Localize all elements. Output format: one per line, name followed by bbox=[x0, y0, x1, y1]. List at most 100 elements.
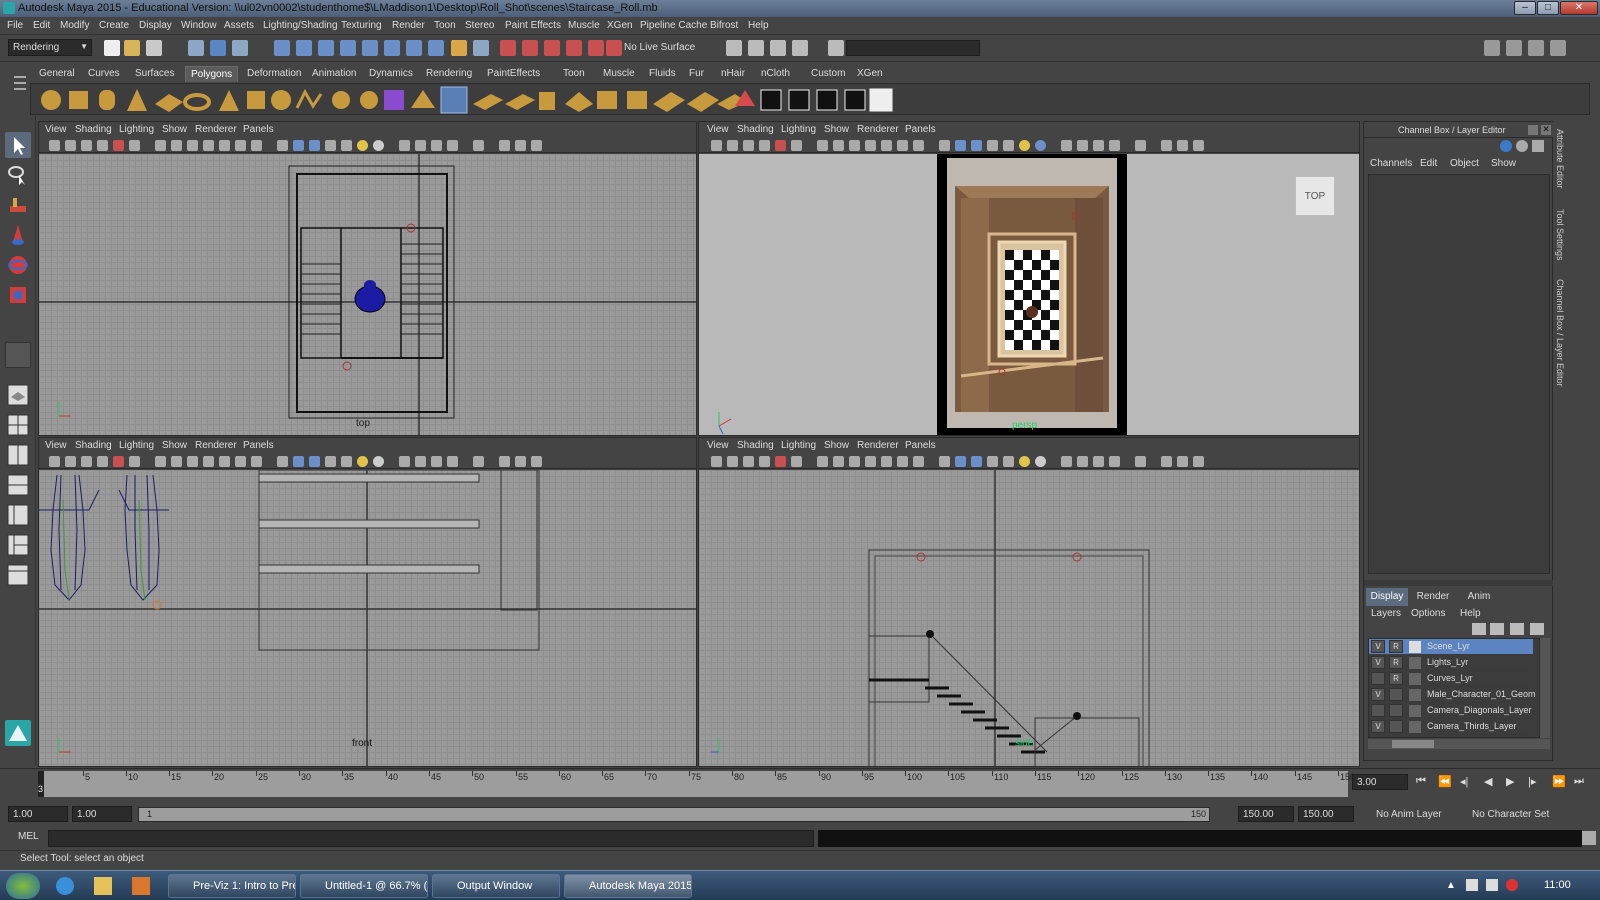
isolate-select-icon[interactable] bbox=[473, 456, 484, 467]
xray-joints-icon[interactable] bbox=[515, 140, 526, 151]
safe-title-icon[interactable] bbox=[251, 456, 262, 467]
textured-icon[interactable] bbox=[987, 140, 998, 151]
xray-mode-icon[interactable] bbox=[499, 456, 510, 467]
depth-of-field-icon[interactable] bbox=[447, 140, 458, 151]
volume-icon[interactable] bbox=[1506, 879, 1518, 891]
shadows-icon[interactable] bbox=[373, 140, 384, 151]
script-editor-icon[interactable] bbox=[1582, 831, 1596, 845]
use-all-lights-icon[interactable] bbox=[341, 140, 352, 151]
input-field-toggle-icon[interactable] bbox=[828, 40, 844, 56]
layer-row-scene[interactable]: V R Scene_Lyr bbox=[1369, 639, 1533, 655]
scale-tool-icon[interactable] bbox=[5, 282, 31, 308]
viewport-side[interactable]: View Shading Lighting Show Renderer Pane… bbox=[698, 437, 1360, 767]
channel-key-icon[interactable] bbox=[1532, 140, 1544, 152]
poly-prism-icon[interactable] bbox=[219, 90, 239, 111]
ambient-occlusion-icon[interactable] bbox=[1061, 140, 1072, 151]
panel-menu-view[interactable]: View bbox=[707, 440, 729, 451]
poly-pyramid-icon[interactable] bbox=[247, 91, 265, 109]
layout-custom-icon[interactable] bbox=[5, 562, 31, 588]
layer-color-swatch[interactable] bbox=[1409, 705, 1421, 717]
film-gate-icon[interactable] bbox=[833, 140, 844, 151]
camera-select-icon[interactable] bbox=[49, 140, 60, 151]
poly-plane-icon[interactable] bbox=[155, 94, 183, 112]
tab-surfaces[interactable]: Surfaces bbox=[130, 66, 179, 82]
taskbar-item-photoshop[interactable]: Untitled-1 @ 66.7% (... bbox=[300, 874, 428, 898]
command-input[interactable] bbox=[48, 830, 814, 847]
start-button[interactable] bbox=[6, 873, 40, 899]
tab-xgen[interactable]: XGen bbox=[852, 66, 888, 82]
lock-icon[interactable] bbox=[451, 40, 467, 56]
quick-rename-input[interactable] bbox=[846, 40, 980, 56]
resolution-gate-icon[interactable] bbox=[187, 456, 198, 467]
smooth-icon[interactable] bbox=[473, 94, 503, 110]
edit-menu[interactable]: Edit bbox=[1420, 158, 1437, 169]
render-current-icon[interactable] bbox=[522, 40, 538, 56]
play-forwards-icon[interactable]: ▶ bbox=[1506, 775, 1514, 788]
tab-display-layers[interactable]: Display bbox=[1366, 588, 1408, 606]
poly-torus-icon[interactable] bbox=[183, 93, 211, 111]
textured-icon[interactable] bbox=[325, 140, 336, 151]
gate-mask-icon[interactable] bbox=[203, 456, 214, 467]
grease-pencil-icon[interactable] bbox=[129, 140, 140, 151]
last-tool-icon[interactable] bbox=[5, 342, 31, 368]
field-chart-icon[interactable] bbox=[219, 140, 230, 151]
motion-blur-icon[interactable] bbox=[1077, 140, 1088, 151]
depth-of-field-icon[interactable] bbox=[447, 456, 458, 467]
planar-mapping-icon[interactable] bbox=[788, 89, 810, 111]
camera-attributes-icon[interactable] bbox=[727, 140, 738, 151]
tab-nhair[interactable]: nHair bbox=[716, 66, 750, 82]
poly-cylinder-icon[interactable] bbox=[99, 90, 115, 110]
live-surface-magnet-icon[interactable] bbox=[606, 40, 622, 56]
layers-menu[interactable]: Layers bbox=[1371, 608, 1401, 619]
two-d-pan-icon[interactable] bbox=[775, 140, 786, 151]
wireframe-on-shaded-icon[interactable] bbox=[309, 140, 320, 151]
new-layer-icon[interactable] bbox=[1510, 623, 1524, 635]
channel-lock-icon[interactable] bbox=[1516, 140, 1528, 152]
anti-aliasing-icon[interactable] bbox=[1093, 140, 1104, 151]
render-view-icon[interactable] bbox=[500, 40, 516, 56]
xray-active-icon[interactable] bbox=[1193, 456, 1204, 467]
isolate-select-icon[interactable] bbox=[1135, 140, 1146, 151]
split-polygon-icon[interactable] bbox=[627, 91, 647, 109]
anti-aliasing-icon[interactable] bbox=[1093, 456, 1104, 467]
layer-row-lights[interactable]: V R Lights_Lyr bbox=[1369, 655, 1533, 671]
hypershade-icon[interactable] bbox=[588, 40, 604, 56]
time-ruler[interactable]: 3 5 10 15 20 25 30 35 40 45 50 55 60 65 70 75 80 85 90 95 1… bbox=[38, 771, 1355, 797]
grid-icon[interactable] bbox=[817, 140, 828, 151]
channel-list[interactable] bbox=[1368, 174, 1550, 574]
panel-menu-view[interactable]: View bbox=[45, 124, 67, 135]
layer-list[interactable]: V R Scene_Lyr V R Lights_Lyr R Curves_Ly… bbox=[1368, 638, 1540, 738]
layer-reference-toggle[interactable]: R bbox=[1389, 672, 1403, 685]
viewport-top[interactable]: View Shading Lighting Show Renderer Pane… bbox=[38, 121, 697, 436]
panel-menu-shading[interactable]: Shading bbox=[75, 440, 112, 451]
taskbar-item-maya[interactable]: Autodesk Maya 2015... bbox=[564, 874, 692, 898]
tab-anim-layers[interactable]: Anim bbox=[1458, 588, 1500, 606]
use-all-lights-icon[interactable] bbox=[1003, 140, 1014, 151]
safe-action-icon[interactable] bbox=[897, 140, 908, 151]
ambient-occlusion-icon[interactable] bbox=[399, 456, 410, 467]
shelf-options-icon[interactable] bbox=[8, 68, 30, 112]
show-hidden-icons-icon[interactable]: ▲ bbox=[1446, 880, 1456, 891]
safe-title-icon[interactable] bbox=[913, 140, 924, 151]
front-viewport-canvas[interactable]: front bbox=[39, 470, 696, 766]
channel-box-tab[interactable]: Channel Box / Layer Editor bbox=[1555, 279, 1565, 387]
xray-joints-icon[interactable] bbox=[1177, 456, 1188, 467]
field-chart-icon[interactable] bbox=[881, 456, 892, 467]
internet-explorer-icon[interactable] bbox=[56, 877, 74, 895]
isolate-select-icon[interactable] bbox=[1135, 456, 1146, 467]
tab-deformation[interactable]: Deformation bbox=[242, 66, 306, 82]
panel-menu-show[interactable]: Show bbox=[162, 124, 187, 135]
persp-viewport-canvas[interactable]: TOP persp bbox=[699, 154, 1359, 435]
tab-toon[interactable]: Toon bbox=[558, 66, 590, 82]
layer-reference-toggle[interactable] bbox=[1389, 688, 1403, 701]
layer-visibility-toggle[interactable] bbox=[1371, 672, 1385, 685]
panel-menu-panels[interactable]: Panels bbox=[905, 440, 936, 451]
xray-mode-icon[interactable] bbox=[499, 140, 510, 151]
maya-home-icon[interactable] bbox=[5, 720, 31, 746]
layer-visibility-toggle[interactable]: V bbox=[1371, 640, 1385, 653]
safe-action-icon[interactable] bbox=[235, 140, 246, 151]
construction-icon[interactable] bbox=[406, 40, 422, 56]
media-player-icon[interactable] bbox=[132, 877, 150, 895]
animation-start-field[interactable]: 1.00 bbox=[8, 806, 68, 822]
step-forward-key-icon[interactable]: ⏩ bbox=[1552, 775, 1566, 788]
